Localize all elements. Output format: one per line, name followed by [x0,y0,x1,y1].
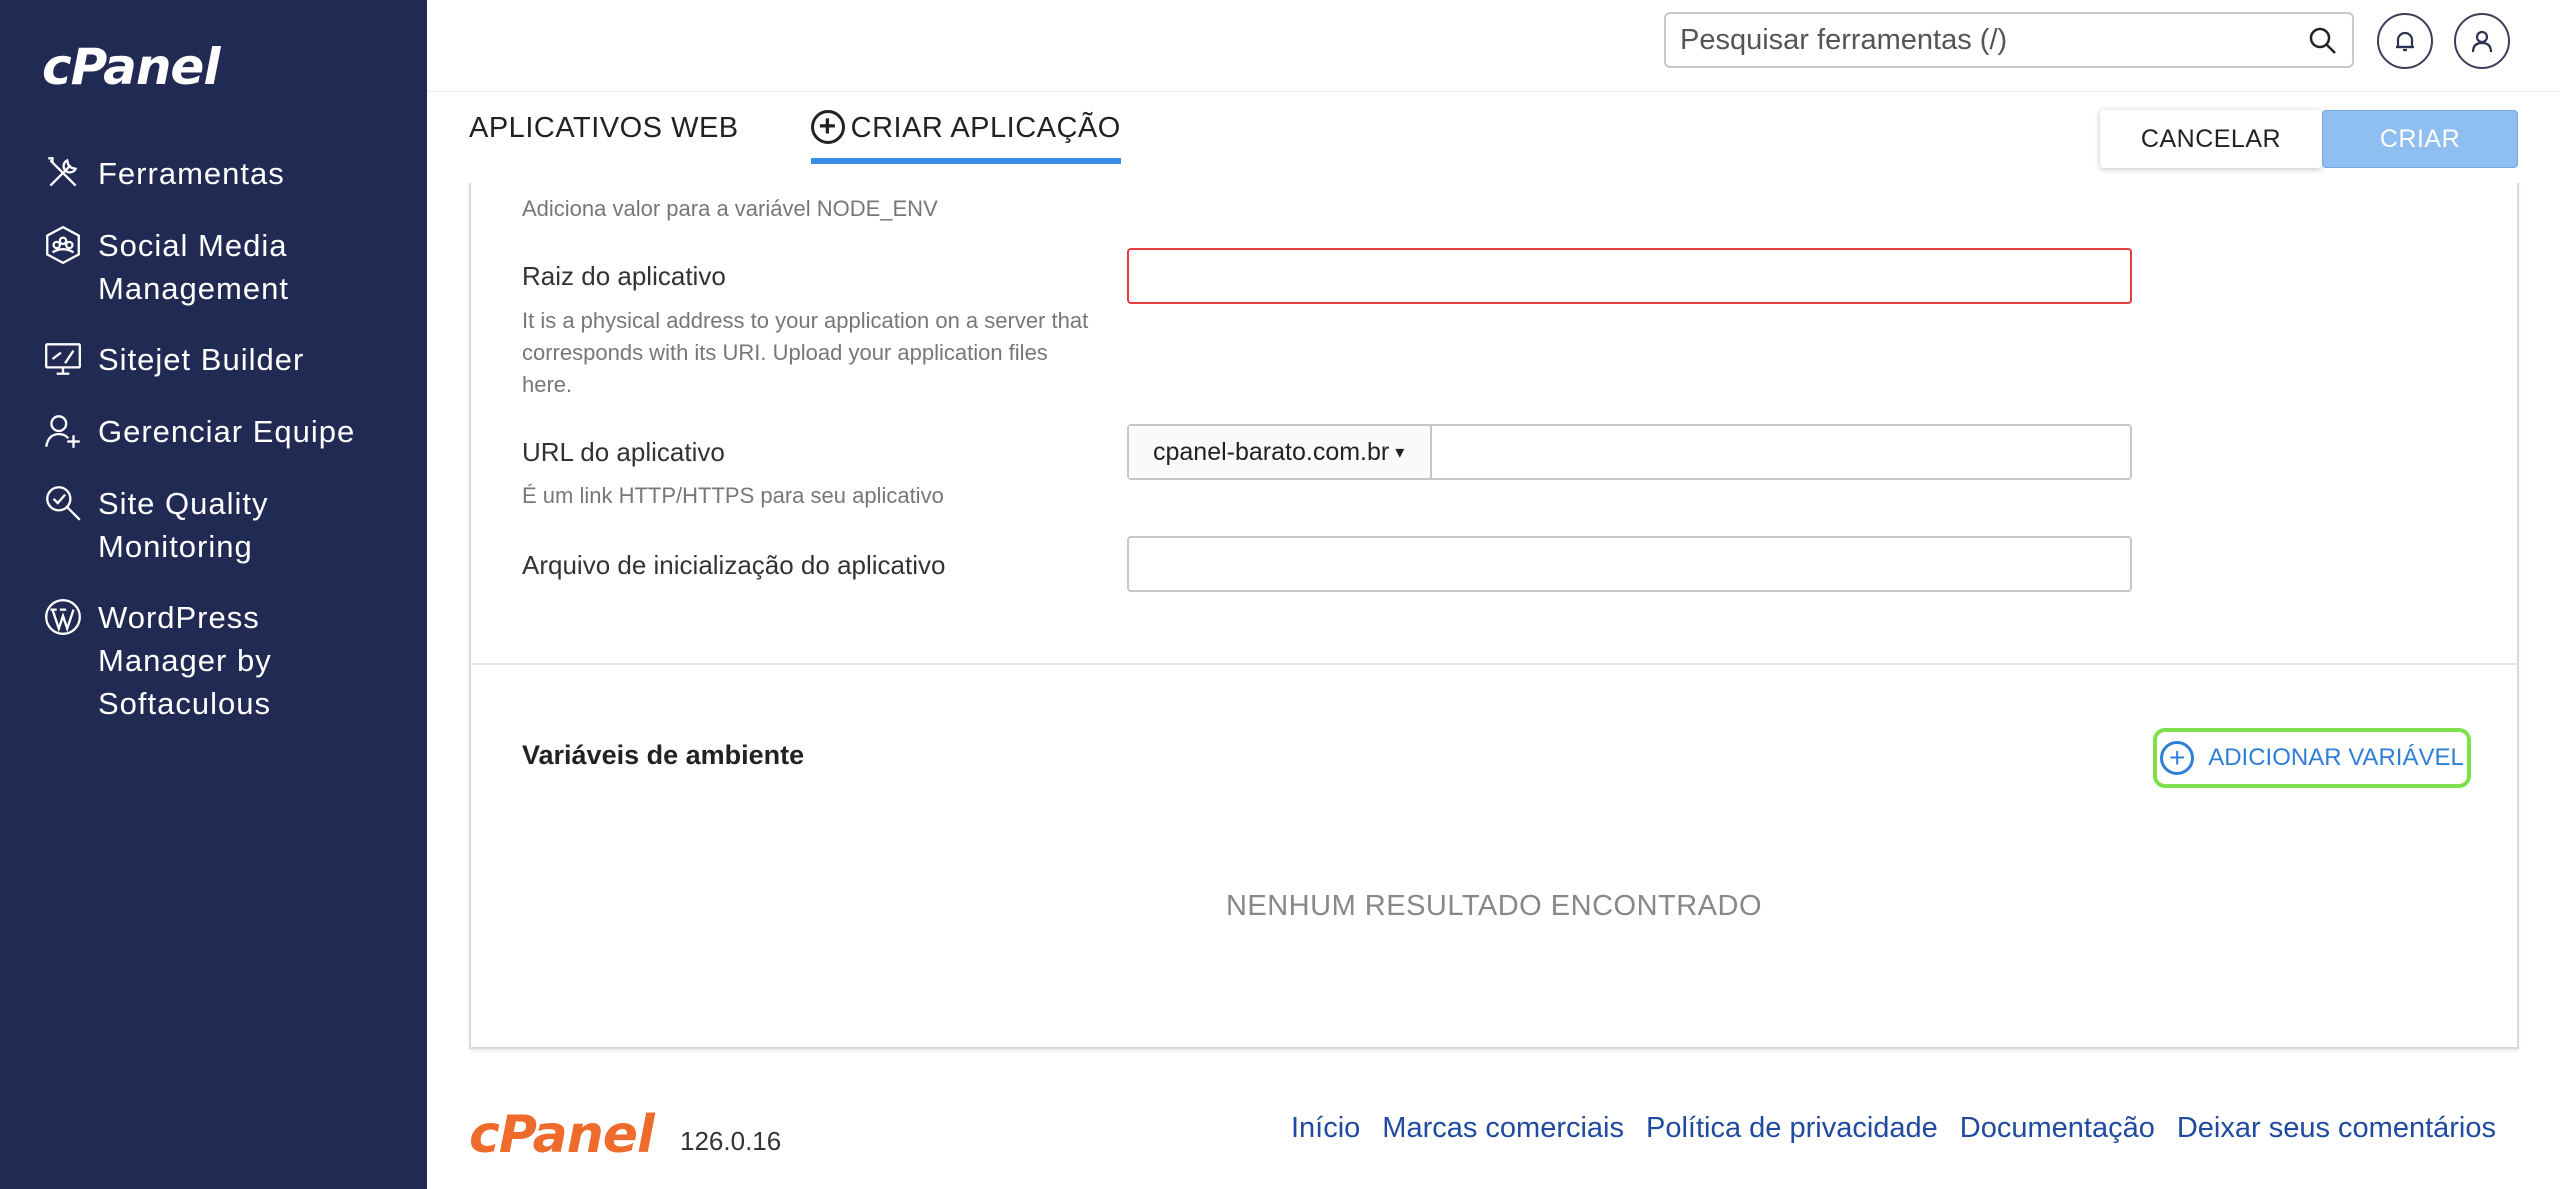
footer-cpanel-logo: cPanel [469,1105,655,1165]
app-url-group: cpanel-barato.com.br ▾ [1127,424,2132,480]
footer-links: Início Marcas comerciais Política de pri… [1269,1112,2496,1145]
footer-link-trademarks[interactable]: Marcas comerciais [1382,1112,1624,1145]
sidebar-item-gerenciar-equipe[interactable]: Gerenciar Equipe [40,410,410,454]
startup-file-label: Arquivo de inicialização do aplicativo [522,550,946,580]
monitor-icon [40,336,86,382]
plus-circle-icon: + [810,110,845,144]
cpanel-logo[interactable]: cPanel [42,38,220,96]
social-media-icon [40,222,86,268]
caret-down-icon: ▾ [1395,441,1405,462]
startup-file-field [1127,536,2132,592]
create-button[interactable]: CRIAR [2322,110,2518,168]
user-team-icon [40,408,86,454]
add-variable-label: ADICIONAR VARIÁVEL [2208,744,2464,771]
tab-create-app[interactable]: + CRIAR APLICAÇÃO [810,108,1121,164]
app-root-label: Raiz do aplicativo [522,261,726,291]
sidebar-nav: Ferramentas Social Media Management Site… [40,152,410,753]
search-box [1664,12,2354,68]
node-env-hint: Adiciona valor para a variável NODE_ENV [522,196,938,221]
add-variable-button[interactable]: + ADICIONAR VARIÁVEL [2153,728,2471,788]
user-menu-button[interactable] [2454,13,2510,69]
sidebar-item-label: Sitejet Builder [98,342,305,377]
sidebar-item-label: Ferramentas [98,156,285,191]
domain-select[interactable]: cpanel-barato.com.br ▾ [1129,426,1432,478]
sidebar-item-sitejet[interactable]: Sitejet Builder [40,338,410,382]
app-url-hint: É um link HTTP/HTTPS para seu aplicativo [522,483,944,508]
app-root-hint: It is a physical address to your applica… [522,308,1089,397]
bell-icon [2396,31,2414,52]
sidebar-item-ferramentas[interactable]: Ferramentas [40,152,410,196]
footer-link-docs[interactable]: Documentação [1960,1112,2155,1145]
domain-select-value: cpanel-barato.com.br [1153,437,1390,466]
app-root-field [1127,248,2132,304]
app-root-input[interactable] [1129,250,2130,302]
section-divider [471,663,2517,665]
footer-link-feedback[interactable]: Deixar seus comentários [2177,1112,2496,1145]
notifications-button[interactable] [2377,13,2433,69]
search-icon[interactable] [2308,26,2338,56]
sidebar-item-label: Site Quality Monitoring [98,486,269,564]
user-icon [2471,30,2493,53]
sidebar-item-label: Gerenciar Equipe [98,414,356,449]
sidebar-item-label: Social Media Management [98,228,289,306]
sidebar: cPanel Ferramentas Social Media Manageme… [0,0,427,1189]
sidebar-item-label: WordPress Manager by Softaculous [98,600,272,721]
app-url-input[interactable] [1432,426,2130,478]
version-label: 126.0.16 [680,1126,782,1156]
tools-icon [40,150,86,196]
tab-web-apps[interactable]: APLICATIVOS WEB [469,108,739,164]
sidebar-item-wordpress[interactable]: WordPress Manager by Softaculous [40,596,410,725]
app-url-label: URL do aplicativo [522,437,725,467]
search-input[interactable] [1680,23,2300,57]
plus-circle-icon: + [2160,741,2195,775]
sidebar-item-site-quality[interactable]: Site Quality Monitoring [40,482,410,568]
footer-link-privacy[interactable]: Política de privacidade [1646,1112,1938,1145]
wordpress-icon [40,594,86,640]
startup-file-input[interactable] [1129,538,2130,590]
sidebar-item-social-media[interactable]: Social Media Management [40,224,410,310]
cancel-button[interactable]: CANCELAR [2100,110,2322,168]
search-check-icon [40,480,86,526]
env-vars-title: Variáveis de ambiente [522,740,805,770]
page-tabs: APLICATIVOS WEB + CRIAR APLICAÇÃO [469,108,1121,164]
empty-state: NENHUM RESULTADO ENCONTRADO [1225,890,1763,922]
footer-link-inicio[interactable]: Início [1291,1112,1360,1145]
top-bar [427,0,2560,92]
tab-create-app-label: CRIAR APLICAÇÃO [850,112,1121,144]
